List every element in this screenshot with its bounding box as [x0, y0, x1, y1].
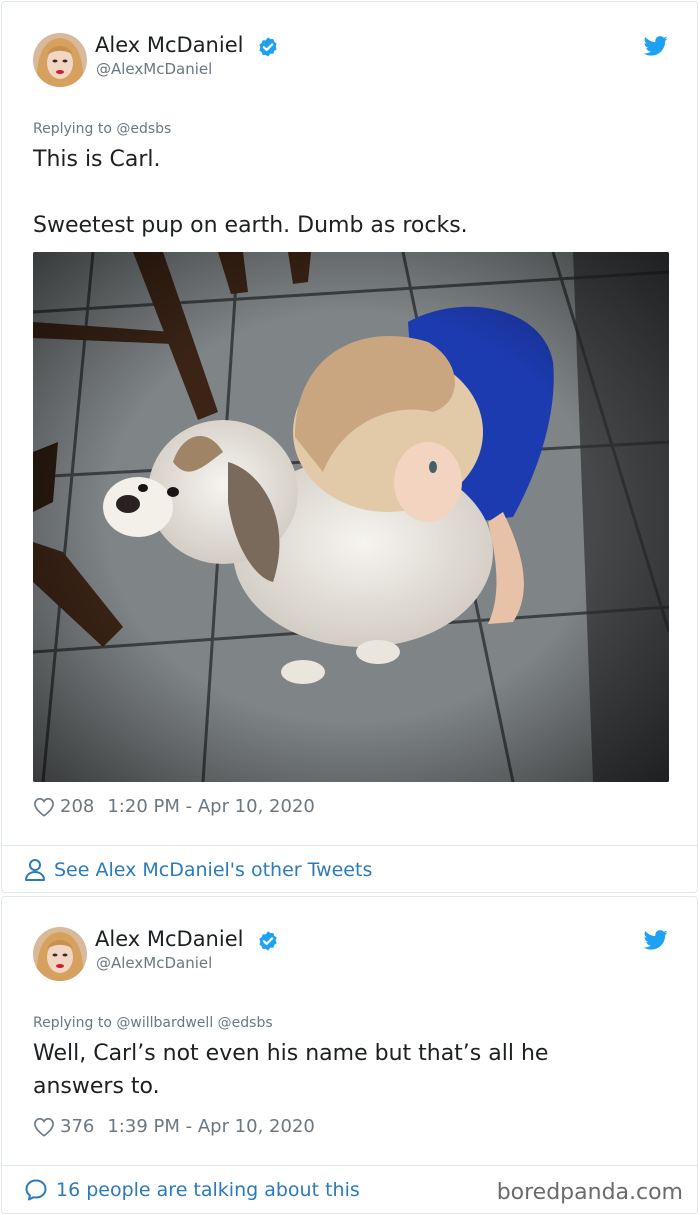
author-name[interactable]: Alex McDaniel	[95, 927, 243, 951]
avatar[interactable]	[33, 33, 87, 87]
conversation-label: 16 people are talking about this	[56, 1179, 360, 1201]
timestamp[interactable]: 1:39 PM - Apr 10, 2020	[107, 1116, 314, 1137]
like-count[interactable]: 208	[60, 796, 94, 817]
replying-to[interactable]: Replying to @willbardwell @edsbs	[33, 1015, 273, 1031]
author-name[interactable]: Alex McDaniel	[95, 33, 243, 57]
watermark: boredpanda.com	[496, 1180, 683, 1205]
tweet-card-2: Alex McDaniel @AlexMcDaniel Replying to …	[1, 896, 698, 1214]
verified-badge-icon	[259, 931, 277, 951]
twitter-bird-icon[interactable]	[644, 930, 668, 950]
divider	[2, 845, 697, 846]
tweet-text-line-2: answers to.	[33, 1074, 160, 1099]
timestamp[interactable]: 1:20 PM - Apr 10, 2020	[107, 796, 314, 817]
verified-badge-icon	[259, 37, 277, 57]
see-other-tweets-link[interactable]: See Alex McDaniel's other Tweets	[24, 858, 372, 882]
author-handle[interactable]: @AlexMcDaniel	[96, 60, 212, 78]
tweet-text-line-1: Well, Carl’s not even his name but that’…	[33, 1041, 549, 1066]
speech-bubble-icon	[25, 1179, 47, 1201]
tweet-photo[interactable]	[33, 252, 669, 782]
heart-icon[interactable]	[33, 1117, 55, 1137]
replying-to[interactable]: Replying to @edsbs	[33, 121, 171, 137]
see-other-tweets-label: See Alex McDaniel's other Tweets	[54, 859, 373, 881]
tweet-meta: 376 1:39 PM - Apr 10, 2020	[33, 1116, 315, 1137]
author-handle[interactable]: @AlexMcDaniel	[96, 954, 212, 972]
tweet-text-line-2: Sweetest pup on earth. Dumb as rocks.	[33, 213, 468, 238]
conversation-link[interactable]: 16 people are talking about this	[24, 1178, 360, 1202]
tweet-meta: 208 1:20 PM - Apr 10, 2020	[33, 796, 315, 817]
person-icon	[25, 859, 45, 881]
tweet-text-line-1: This is Carl.	[33, 147, 161, 172]
twitter-bird-icon[interactable]	[644, 36, 668, 56]
like-count[interactable]: 376	[60, 1116, 94, 1137]
heart-icon[interactable]	[33, 797, 55, 817]
tweet-card-1: Alex McDaniel @AlexMcDaniel Replying to …	[1, 1, 698, 893]
avatar[interactable]	[33, 927, 87, 981]
divider	[2, 1165, 697, 1166]
